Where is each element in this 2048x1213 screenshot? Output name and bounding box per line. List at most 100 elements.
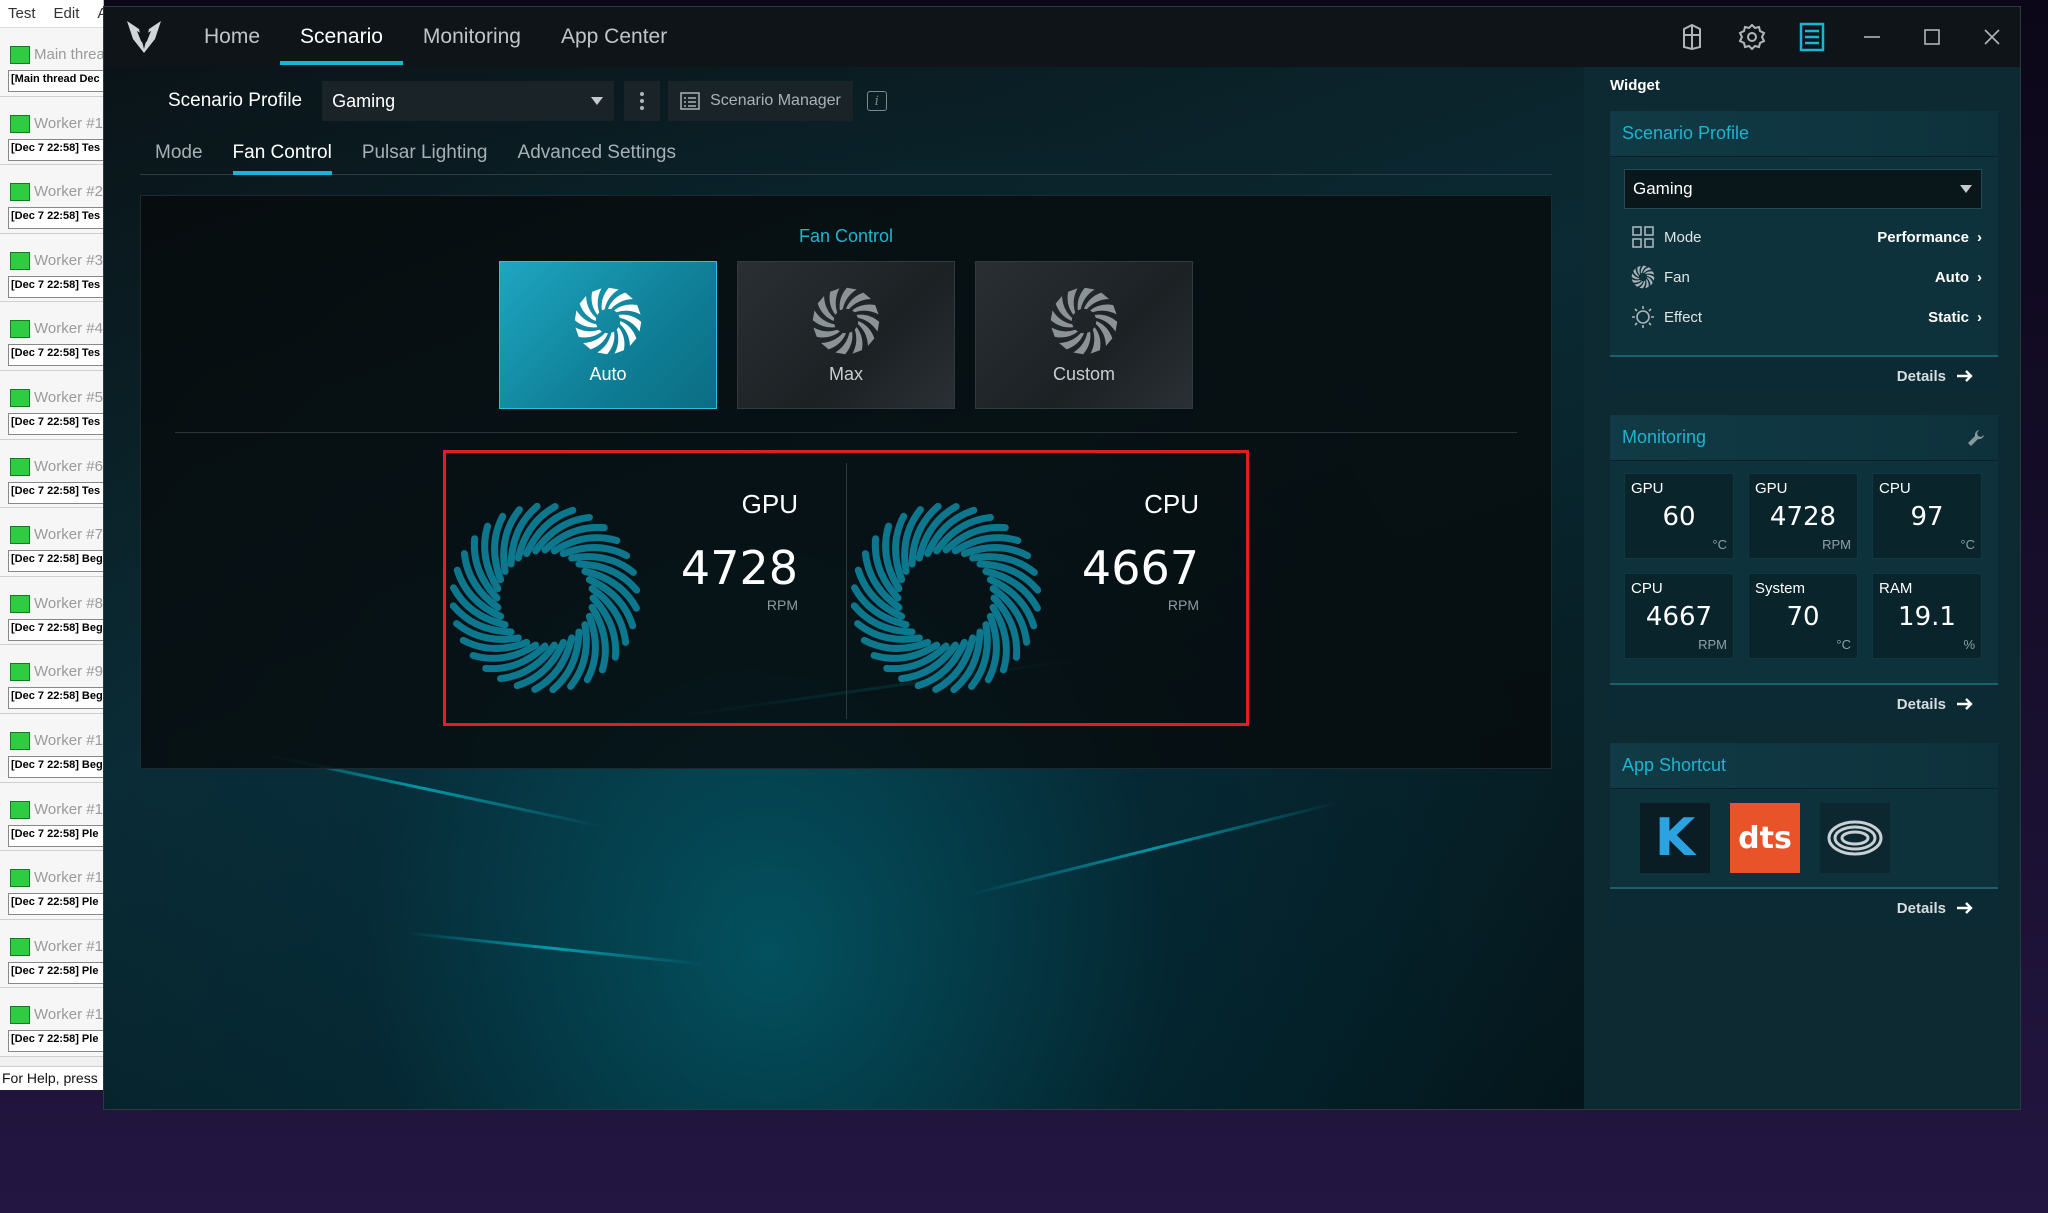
widget-monitoring-header: Monitoring — [1610, 415, 1998, 461]
widget-monitoring-details-button[interactable]: Details — [1610, 683, 1998, 723]
spiral-app-icon[interactable] — [1820, 803, 1890, 873]
monitor-ram-usage: RAM 19.1% — [1872, 573, 1982, 659]
tab-mode[interactable]: Mode — [140, 131, 218, 174]
fan-mode-custom-button[interactable]: Custom — [975, 261, 1193, 409]
worker-name: Main threa — [34, 46, 104, 63]
worker-status-icon — [10, 1006, 30, 1025]
fan-mode-max-label: Max — [828, 363, 863, 384]
close-icon[interactable] — [1962, 7, 2020, 67]
killer-app-icon[interactable]: K — [1640, 803, 1710, 873]
arrow-right-icon — [1957, 698, 1973, 710]
arrow-right-icon — [1957, 902, 1973, 914]
worker-status-icon — [10, 320, 30, 339]
fan-custom-icon — [1050, 287, 1118, 354]
worker-list-item[interactable]: Worker #8 [Dec 7 22:58] Beg — [0, 576, 103, 646]
widget-monitoring-title: Monitoring — [1622, 427, 1707, 447]
more-options-button[interactable] — [624, 81, 661, 121]
worker-status-icon — [10, 457, 30, 476]
worker-log: [Dec 7 22:58] Beg — [8, 618, 103, 641]
tab-pulsar-lighting[interactable]: Pulsar Lighting — [347, 131, 503, 174]
fan-blade — [1051, 327, 1078, 337]
minimize-icon[interactable] — [1842, 7, 1902, 67]
chevron-right-icon: › — [1977, 268, 1982, 286]
worker-list-item[interactable]: Worker #1 [Dec 7 22:58] Ple — [0, 919, 103, 989]
title-bar: Home Scenario Monitoring App Center — [104, 7, 2020, 67]
cpu-fan-block: CPU 4667 RPM — [847, 453, 1247, 723]
fan-icon — [1630, 264, 1656, 290]
worker-list-item[interactable]: Worker #2 [Dec 7 22:58] Tes — [0, 165, 103, 234]
nav-monitoring[interactable]: Monitoring — [403, 7, 541, 67]
menu-test[interactable]: Test — [8, 5, 36, 22]
worker-list-item[interactable]: Worker #1 [Dec 7 22:58] Beg — [0, 713, 103, 783]
worker-list-item[interactable]: Worker #3 [Dec 7 22:58] Tes — [0, 233, 103, 303]
widget-toggle-icon[interactable] — [1782, 7, 1842, 67]
worker-list-item[interactable]: Worker #1 [Dec 7 22:58] Tes — [0, 96, 103, 166]
worker-list-item[interactable]: Worker #1 [Dec 7 22:58] Ple — [0, 851, 103, 920]
wrench-icon[interactable] — [1966, 428, 1986, 448]
widget-app-shortcut-title: App Shortcut — [1622, 755, 1727, 775]
scenario-manager-label: Scenario Manager — [710, 92, 841, 109]
worker-log: [Dec 7 22:58] Ple — [8, 961, 103, 984]
worker-log: [Dec 7 22:58] Tes — [8, 481, 103, 504]
worker-name: Worker #4 — [34, 320, 103, 338]
worker-list-item[interactable]: Worker #9 [Dec 7 22:58] Beg — [0, 645, 103, 714]
worker-name: Worker #5 — [34, 388, 103, 406]
info-icon[interactable]: i — [866, 91, 887, 111]
nav-home[interactable]: Home — [184, 7, 280, 67]
maximize-icon[interactable] — [1902, 7, 1962, 67]
worker-list-item[interactable]: Worker #7 [Dec 7 22:58] Beg — [0, 508, 103, 577]
settings-gear-icon[interactable] — [1722, 7, 1782, 67]
worker-name: Worker #8 — [34, 594, 103, 612]
fan-speed-display: GPU 4728 RPM CPU 4667 RPM — [443, 450, 1249, 726]
cpu-fan-rpm: 4667 — [1081, 541, 1199, 595]
fan-blade — [852, 326, 863, 354]
dts-app-icon[interactable]: dts — [1730, 803, 1800, 873]
widget-row-effect[interactable]: Effect Static › — [1630, 297, 1982, 337]
fan-blade — [852, 304, 879, 314]
worker-list: Main threa [Main thread Dec Worker #1 [Dec … — [0, 28, 103, 1057]
background-app-window[interactable]: Test Edit A Main threa [Main thread Dec Wo… — [0, 0, 104, 1090]
nav-app-center[interactable]: App Center — [541, 7, 687, 67]
fan-mode-auto-button[interactable]: Auto — [499, 261, 717, 409]
fan-blade — [1090, 326, 1101, 354]
monitor-gpu-fan: GPU 4728 RPM — [1748, 473, 1858, 559]
worker-list-item[interactable]: Worker #1 [Dec 7 22:58] Ple — [0, 782, 103, 852]
widget-profile-select[interactable]: Gaming — [1624, 169, 1982, 209]
tab-fan-control[interactable]: Fan Control — [218, 131, 347, 175]
fan-blade — [1067, 287, 1078, 315]
scenario-manager-button[interactable]: Scenario Manager — [668, 81, 853, 121]
nav-scenario[interactable]: Scenario — [280, 7, 403, 67]
fan-mode-max-button[interactable]: Max — [737, 261, 955, 409]
worker-log: [Dec 7 22:58] Ple — [8, 824, 103, 847]
fan-control-panel: Fan Control Auto Max Custom GPU 4728 RPM… — [140, 195, 1552, 769]
worker-list-item[interactable]: Worker #5 [Dec 7 22:58] Tes — [0, 370, 103, 440]
worker-list-item[interactable]: Worker #1 [Dec 7 22:58] Ple — [0, 988, 103, 1057]
scenario-profile-row: Scenario Profile Gaming Scenario Manager… — [168, 81, 887, 121]
widget-app-shortcut-details-button[interactable]: Details — [1610, 887, 1998, 927]
monitor-cpu-temp: CPU 97 °C — [1872, 473, 1982, 559]
widget-scenario-details-button[interactable]: Details — [1610, 355, 1998, 395]
worker-log: [Dec 7 22:58] Beg — [8, 687, 103, 710]
worker-log: [Dec 7 22:58] Tes — [8, 138, 103, 161]
worker-status-icon — [10, 663, 30, 682]
widget-row-fan[interactable]: Fan Auto › — [1630, 257, 1982, 297]
fan-blade — [813, 327, 840, 337]
grid-mode-icon — [1630, 224, 1656, 250]
gpu-fan-icon — [450, 503, 640, 693]
worker-list-item[interactable]: Worker #6 [Dec 7 22:58] Tes — [0, 439, 103, 509]
worker-status-icon — [10, 46, 30, 64]
details-label: Details — [1896, 367, 1946, 385]
worker-list-item[interactable]: Worker #4 [Dec 7 22:58] Tes — [0, 302, 103, 371]
worker-list-item[interactable]: Main threa [Main thread Dec — [0, 28, 103, 97]
keyboard-icon[interactable] — [1662, 7, 1722, 67]
widget-row-mode[interactable]: Mode Performance › — [1630, 217, 1982, 257]
worker-status-icon — [10, 251, 30, 270]
menu-edit[interactable]: Edit — [54, 5, 80, 22]
fan-blade — [1631, 279, 1641, 283]
scenario-profile-select[interactable]: Gaming — [322, 81, 615, 121]
fan-max-icon — [812, 287, 880, 354]
kebab-menu-icon — [640, 92, 645, 110]
tab-advanced-settings[interactable]: Advanced Settings — [503, 131, 691, 174]
dropdown-arrow-icon — [1960, 185, 1972, 193]
fan-blade — [614, 304, 641, 314]
